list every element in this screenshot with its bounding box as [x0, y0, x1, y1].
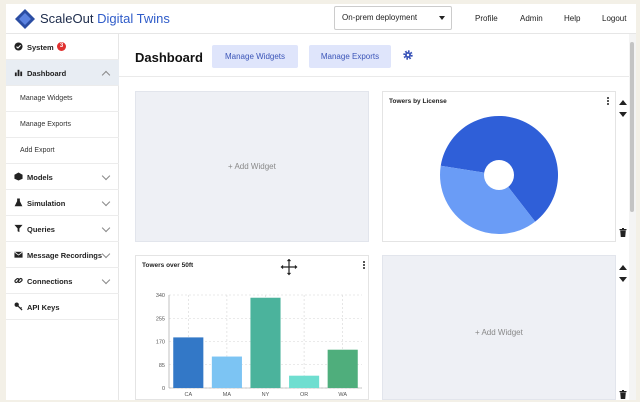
manage-widgets-button[interactable]: Manage Widgets: [212, 45, 298, 68]
move-up-icon[interactable]: [619, 100, 627, 105]
x-tick-label: NY: [262, 392, 270, 398]
sidebar-item-label: Message Recordings: [27, 251, 103, 260]
bar-ny: [250, 297, 281, 388]
scaleout-logo-icon: [15, 9, 35, 29]
y-tick-label: 340: [156, 293, 165, 299]
sidebar-item-api-keys[interactable]: API Keys: [6, 294, 119, 320]
key-icon: [14, 302, 23, 311]
sidebar-item-label: System: [27, 43, 54, 52]
trash-icon[interactable]: [619, 390, 627, 399]
check-circle-icon: [14, 42, 23, 51]
pie-chart: [440, 115, 559, 234]
trash-icon[interactable]: [619, 228, 627, 237]
sidebar-item-models[interactable]: Models: [6, 164, 119, 190]
gear-icon[interactable]: [402, 49, 414, 61]
envelope-icon: [14, 251, 23, 258]
chevron-down-icon: [101, 249, 111, 259]
sidebar-subitem-label: Manage Exports: [20, 121, 71, 128]
top-bar: ScaleOut Digital Twins On-prem deploymen…: [6, 4, 636, 34]
filter-icon: [14, 224, 23, 233]
y-tick-label: 0: [162, 386, 165, 392]
sidebar-item-label: Models: [27, 173, 53, 182]
sidebar-item-label: Queries: [27, 225, 55, 234]
sidebar-subitem-manage-exports[interactable]: Manage Exports: [6, 112, 119, 138]
header-divider: [119, 76, 636, 77]
sidebar-item-label: API Keys: [27, 303, 60, 312]
sidebar-subitem-manage-widgets[interactable]: Manage Widgets: [6, 86, 119, 112]
nav-logout[interactable]: Logout: [602, 14, 626, 23]
sidebar-item-queries[interactable]: Queries: [6, 216, 119, 242]
brand-part1: ScaleOut: [40, 11, 94, 26]
empty-widget-slot[interactable]: + Add Widget: [382, 255, 616, 400]
sidebar-subitem-label: Add Export: [20, 147, 55, 154]
empty-widget-slot[interactable]: + Add Widget: [135, 91, 369, 242]
add-widget-link[interactable]: + Add Widget: [475, 328, 523, 337]
x-tick-label: WA: [338, 392, 347, 398]
link-icon: [14, 277, 23, 284]
sidebar: System 3 Dashboard Manage Widgets Manage…: [6, 34, 119, 400]
bar-ca: [173, 337, 204, 388]
chevron-down-icon: [101, 223, 111, 233]
page-scrollbar[interactable]: [629, 34, 636, 400]
flask-icon: [14, 198, 23, 207]
sidebar-item-message-recordings[interactable]: Message Recordings: [6, 242, 119, 268]
bar-chart-widget: Towers over 50ft 0 85 170 255 340 CA MA NY OR WA: [135, 255, 369, 400]
sidebar-item-dashboard[interactable]: Dashboard: [6, 60, 119, 86]
scrollbar-thumb[interactable]: [630, 42, 634, 212]
bar-ma: [211, 356, 242, 388]
system-alert-badge: 3: [57, 42, 66, 51]
donut-hole: [484, 160, 514, 190]
nav-admin[interactable]: Admin: [520, 14, 543, 23]
sidebar-item-simulation[interactable]: Simulation: [6, 190, 119, 216]
y-tick-label: 85: [159, 363, 165, 369]
move-down-icon[interactable]: [619, 112, 627, 117]
pie-chart-widget: Towers by License: [382, 91, 616, 242]
sidebar-item-label: Connections: [27, 277, 73, 286]
sidebar-subitem-add-export[interactable]: Add Export: [6, 138, 119, 164]
sidebar-item-connections[interactable]: Connections: [6, 268, 119, 294]
nav-profile[interactable]: Profile: [475, 14, 498, 23]
bar-chart-icon: [14, 69, 23, 77]
page-title: Dashboard: [135, 50, 203, 65]
sidebar-subitem-label: Manage Widgets: [20, 95, 73, 102]
chevron-down-icon: [101, 275, 111, 285]
brand-title[interactable]: ScaleOut Digital Twins: [40, 11, 170, 26]
x-tick-label: OR: [300, 392, 308, 398]
deployment-select[interactable]: On-prem deployment: [334, 6, 452, 30]
sidebar-item-system[interactable]: System 3: [6, 34, 119, 60]
x-tick-label: CA: [184, 392, 192, 398]
nav-help[interactable]: Help: [564, 14, 580, 23]
sidebar-item-label: Dashboard: [27, 69, 67, 78]
bar-chart: 0 85 170 255 340 CA MA NY OR WA: [156, 293, 362, 398]
move-up-icon[interactable]: [619, 265, 627, 270]
x-tick-label: MA: [223, 392, 232, 398]
dashboard-content: Dashboard Manage Widgets Manage Exports …: [119, 34, 636, 400]
move-down-icon[interactable]: [619, 277, 627, 282]
deployment-value: On-prem deployment: [342, 13, 418, 22]
cube-icon: [14, 172, 23, 181]
manage-exports-button[interactable]: Manage Exports: [309, 45, 391, 68]
chevron-up-icon: [101, 70, 111, 80]
bar-or: [289, 375, 320, 388]
app-window: ScaleOut Digital Twins On-prem deploymen…: [6, 4, 636, 400]
add-widget-link[interactable]: + Add Widget: [228, 162, 276, 171]
brand-part2: Digital Twins: [97, 11, 170, 26]
bar-wa: [327, 349, 358, 388]
caret-down-icon: [439, 16, 445, 20]
y-tick-label: 255: [156, 316, 165, 322]
y-tick-label: 170: [156, 340, 165, 346]
sidebar-item-label: Simulation: [27, 199, 66, 208]
chevron-down-icon: [101, 171, 111, 181]
chevron-down-icon: [101, 197, 111, 207]
